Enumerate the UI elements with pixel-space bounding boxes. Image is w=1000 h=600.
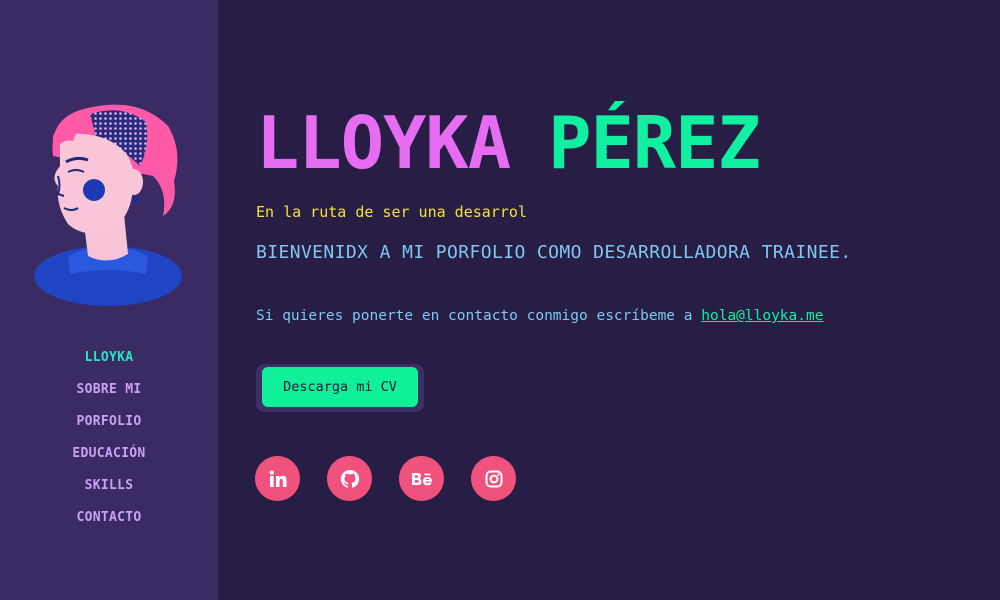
sidebar-nav: LLOYKA SOBRE MI PORFOLIO EDUCACIÓN SKILL… <box>0 346 218 538</box>
linkedin-link[interactable] <box>255 456 300 501</box>
download-cv-button[interactable]: Descarga mi CV <box>262 367 418 407</box>
instagram-link[interactable] <box>471 456 516 501</box>
page-title: LLOYKA PÉREZ <box>256 100 761 186</box>
cv-button-frame: Descarga mi CV <box>256 364 424 412</box>
avatar <box>34 104 182 306</box>
contact-email-link[interactable]: hola@lloyka.me <box>701 308 823 324</box>
nav-item-porfolio[interactable]: PORFOLIO <box>0 410 218 442</box>
instagram-icon <box>485 470 502 487</box>
last-name: PÉREZ <box>548 101 761 185</box>
behance-link[interactable] <box>399 456 444 501</box>
nav-item-sobre-mi[interactable]: SOBRE MI <box>0 378 218 410</box>
tagline: En la ruta de ser una desarrol <box>256 203 527 221</box>
behance-icon <box>411 472 432 485</box>
github-link[interactable] <box>327 456 372 501</box>
sidebar: LLOYKA SOBRE MI PORFOLIO EDUCACIÓN SKILL… <box>0 0 218 600</box>
nav-item-contacto[interactable]: CONTACTO <box>0 506 218 538</box>
nav-item-educacion[interactable]: EDUCACIÓN <box>0 442 218 474</box>
linkedin-icon <box>269 470 286 487</box>
nav-item-skills[interactable]: SKILLS <box>0 474 218 506</box>
first-name: LLOYKA <box>256 101 511 185</box>
contact-text: Si quieres ponerte en contacto conmigo e… <box>256 308 823 324</box>
nav-item-lloyka[interactable]: LLOYKA <box>0 346 218 378</box>
contact-label: Si quieres ponerte en contacto conmigo e… <box>256 308 693 324</box>
welcome-text: BIENVENIDX A MI PORFOLIO COMO DESARROLLA… <box>256 242 852 263</box>
github-icon <box>340 469 359 488</box>
social-links <box>255 456 516 501</box>
main-content: LLOYKA PÉREZ En la ruta de ser una desarr… <box>218 0 1000 600</box>
